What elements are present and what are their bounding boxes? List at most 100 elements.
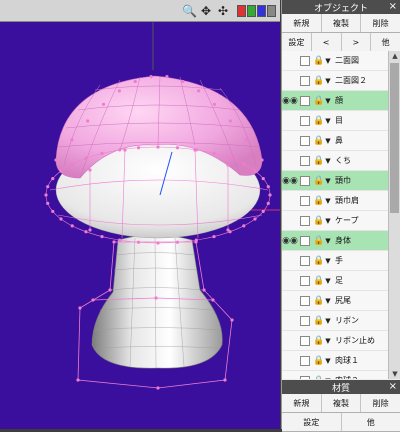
lock-icon[interactable]: 🔒	[313, 76, 323, 86]
control-point[interactable]	[194, 240, 197, 243]
lock-icon[interactable]: 🔒	[313, 296, 323, 306]
new-object-button[interactable]: 新規	[282, 14, 322, 32]
checkbox[interactable]	[300, 96, 310, 106]
control-point[interactable]	[78, 306, 81, 309]
control-point[interactable]	[88, 168, 91, 171]
control-point[interactable]	[213, 103, 216, 106]
control-point[interactable]	[193, 148, 196, 151]
control-point[interactable]	[91, 298, 94, 301]
control-point[interactable]	[229, 119, 232, 122]
control-point[interactable]	[134, 80, 137, 83]
control-point[interactable]	[71, 163, 74, 166]
checkbox[interactable]	[300, 216, 310, 226]
list-item[interactable]: 🔒▼リボン止め	[282, 331, 388, 351]
control-point[interactable]	[267, 185, 270, 188]
delete-object-button[interactable]: 削除	[361, 14, 400, 32]
checkbox[interactable]	[300, 196, 310, 206]
control-point[interactable]	[118, 89, 121, 92]
list-item[interactable]: 🔒▼足	[282, 271, 388, 291]
checkbox[interactable]	[300, 236, 310, 246]
control-point[interactable]	[242, 163, 245, 166]
list-item[interactable]: 🔒▼鼻	[282, 131, 388, 151]
control-point[interactable]	[46, 185, 49, 188]
settings-button[interactable]: 設定	[282, 33, 312, 51]
checkbox[interactable]	[300, 116, 310, 126]
checkbox[interactable]	[300, 256, 310, 266]
control-point[interactable]	[88, 228, 91, 231]
list-item[interactable]: 🔒▼ケープ	[282, 211, 388, 231]
lock-icon[interactable]: 🔒	[313, 376, 323, 380]
control-point[interactable]	[102, 103, 105, 106]
list-item[interactable]: 🔒▼肉球２	[282, 371, 388, 379]
control-point[interactable]	[137, 146, 140, 149]
control-point[interactable]	[54, 158, 57, 161]
expand-icon[interactable]: ▼	[323, 197, 333, 205]
delete-material-button[interactable]: 削除	[361, 394, 400, 412]
move-icon[interactable]: ✥	[199, 4, 213, 18]
prev-button[interactable]: <	[312, 33, 342, 51]
control-point[interactable]	[51, 177, 54, 180]
view-mode-buttons[interactable]	[237, 5, 276, 17]
3d-viewport[interactable]: 🔍 ✥ ✣	[0, 0, 280, 429]
lock-icon[interactable]: 🔒	[313, 336, 323, 346]
lock-icon[interactable]: 🔒	[313, 176, 323, 186]
zoom-icon[interactable]: 🔍	[182, 4, 196, 18]
lock-icon[interactable]: 🔒	[313, 256, 323, 266]
expand-icon[interactable]: ▼	[323, 77, 333, 85]
object-list-scrollbar[interactable]: ▲ ▼	[388, 51, 400, 379]
close-icon[interactable]: ×	[389, 0, 397, 14]
visibility-icon[interactable]: ◉◉	[282, 236, 298, 246]
lock-icon[interactable]: 🔒	[313, 136, 323, 146]
control-point[interactable]	[123, 148, 126, 151]
control-point[interactable]	[149, 75, 152, 78]
other-button[interactable]: 他	[371, 33, 400, 51]
checkbox[interactable]	[300, 56, 310, 66]
control-point[interactable]	[137, 241, 140, 244]
control-point[interactable]	[197, 89, 200, 92]
control-point[interactable]	[176, 241, 179, 244]
close-icon[interactable]: ×	[389, 380, 397, 394]
control-point[interactable]	[46, 202, 49, 205]
control-point[interactable]	[84, 230, 87, 233]
expand-icon[interactable]: ▼	[323, 137, 333, 145]
expand-icon[interactable]: ▼	[323, 277, 333, 285]
expand-icon[interactable]: ▼	[323, 217, 333, 225]
lock-icon[interactable]: 🔒	[313, 216, 323, 226]
lock-icon[interactable]: 🔒	[313, 56, 323, 66]
control-point[interactable]	[262, 177, 265, 180]
expand-icon[interactable]: ▼	[323, 317, 333, 325]
lock-icon[interactable]: 🔒	[313, 276, 323, 286]
material-panel-titlebar[interactable]: 材質 ×	[282, 380, 400, 394]
control-point[interactable]	[181, 80, 184, 83]
expand-icon[interactable]: ▼	[323, 57, 333, 65]
control-point[interactable]	[242, 224, 245, 227]
checkbox[interactable]	[300, 176, 310, 186]
lock-icon[interactable]: 🔒	[313, 156, 323, 166]
checkbox[interactable]	[300, 76, 310, 86]
control-point[interactable]	[156, 386, 159, 389]
checkbox[interactable]	[300, 156, 310, 166]
control-point[interactable]	[262, 210, 265, 213]
scene-canvas[interactable]	[0, 0, 280, 429]
list-item[interactable]: 🔒▼目	[282, 111, 388, 131]
control-point[interactable]	[108, 288, 111, 291]
rotate-icon[interactable]: ✣	[216, 4, 230, 18]
lock-icon[interactable]: 🔒	[313, 236, 323, 246]
visibility-icon[interactable]: ◉◉	[282, 176, 298, 186]
expand-icon[interactable]: ▼	[323, 237, 333, 245]
duplicate-material-button[interactable]: 複製	[322, 394, 362, 412]
expand-icon[interactable]: ▼	[323, 117, 333, 125]
list-item[interactable]: ◉◉🔒▼身体	[282, 231, 388, 251]
new-material-button[interactable]: 新規	[282, 394, 322, 412]
control-point[interactable]	[154, 296, 157, 299]
checkbox[interactable]	[300, 336, 310, 346]
control-point[interactable]	[223, 378, 226, 381]
body-mesh[interactable]	[92, 235, 222, 368]
control-point[interactable]	[100, 152, 103, 155]
scroll-down-icon[interactable]: ▼	[389, 369, 400, 379]
expand-icon[interactable]: ▼	[323, 257, 333, 265]
checkbox[interactable]	[300, 376, 310, 380]
checkbox[interactable]	[300, 276, 310, 286]
control-point[interactable]	[59, 169, 62, 172]
list-item[interactable]: 🔒▼二面図	[282, 51, 388, 71]
